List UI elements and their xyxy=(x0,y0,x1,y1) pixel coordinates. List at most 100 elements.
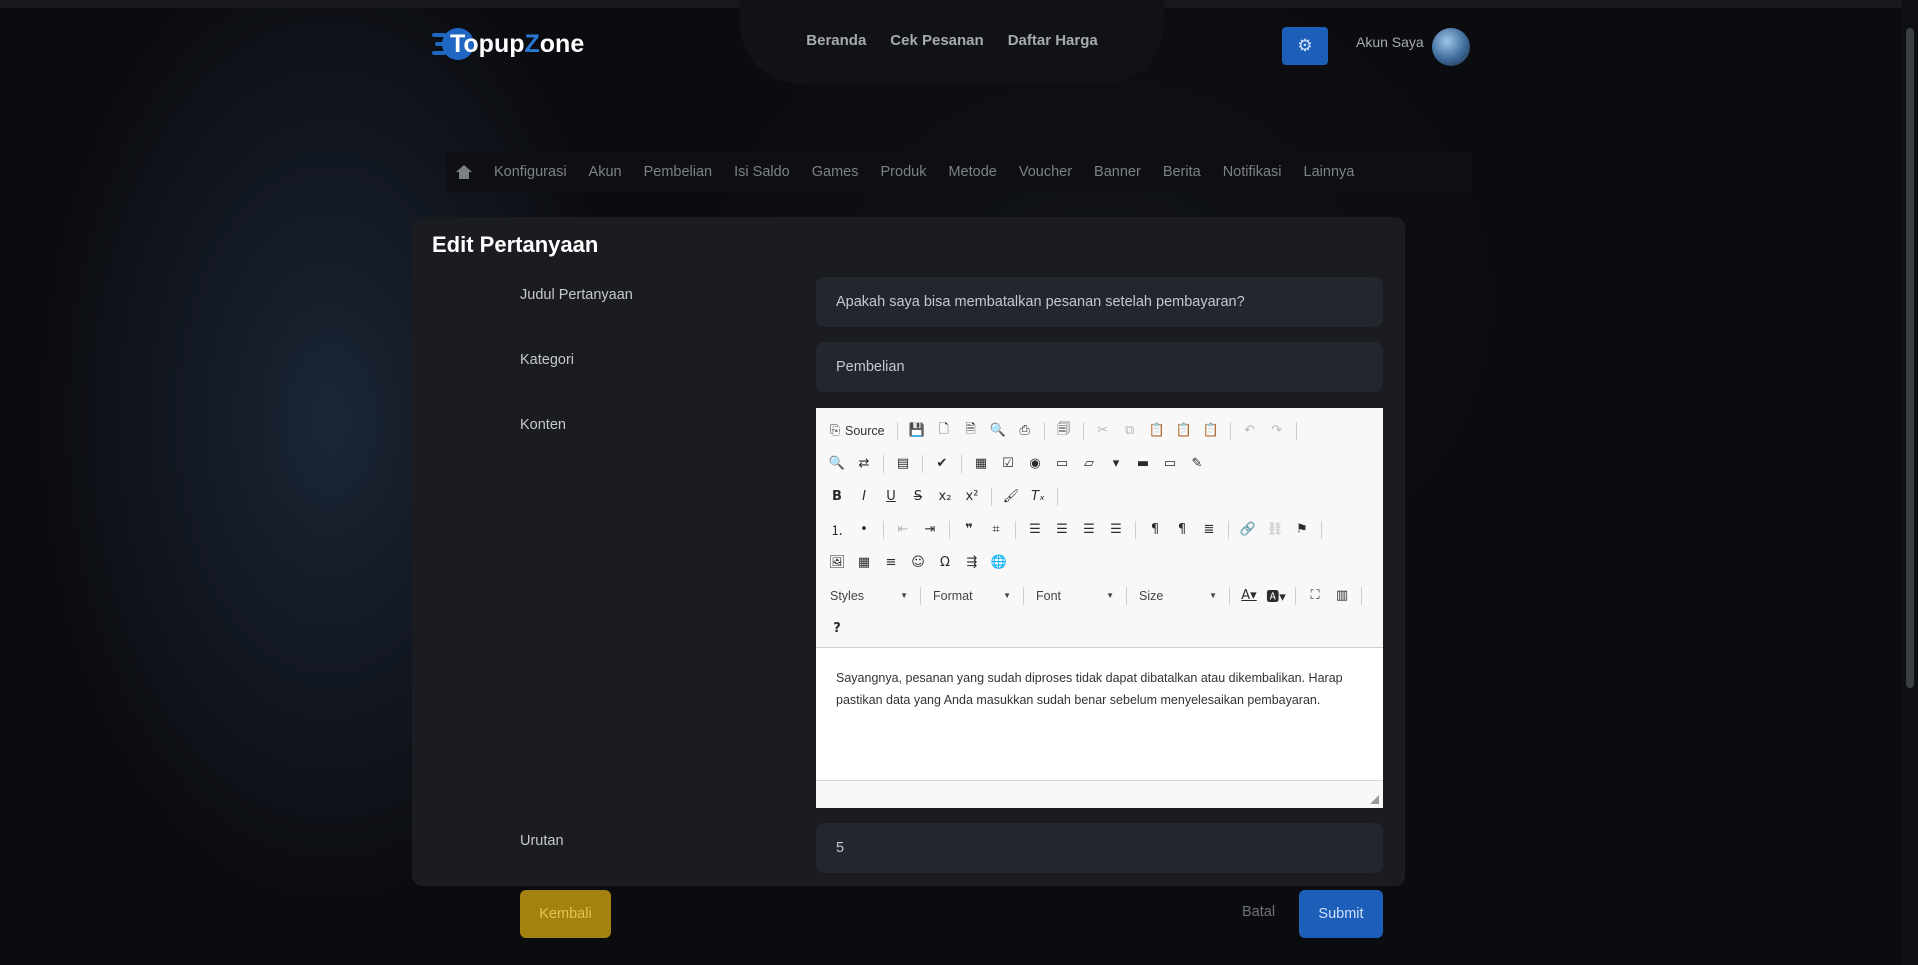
styles-dropdown[interactable]: Styles ▼ xyxy=(826,585,912,607)
italic-icon[interactable]: I xyxy=(853,486,875,508)
settings-button[interactable]: ⚙ xyxy=(1282,27,1328,65)
image-button-icon[interactable]: ▭ xyxy=(1159,453,1181,475)
find-icon[interactable]: 🔍 xyxy=(826,453,848,475)
blockquote-icon[interactable]: ❞ xyxy=(958,519,980,541)
image-icon[interactable]: 🖼 xyxy=(826,552,848,574)
align-left-icon[interactable]: ☰ xyxy=(1024,519,1046,541)
brand-logo[interactable]: TopupZone xyxy=(432,24,584,64)
paste-word-icon[interactable]: 📋 xyxy=(1200,420,1222,442)
editor-content[interactable]: Sayangnya, pesanan yang sudah diproses t… xyxy=(816,648,1383,778)
align-center-icon[interactable]: ☰ xyxy=(1051,519,1073,541)
resize-handle-icon[interactable] xyxy=(1370,795,1379,804)
justify-icon[interactable]: ☰ xyxy=(1105,519,1127,541)
superscript-icon[interactable]: x² xyxy=(961,486,983,508)
account-menu[interactable]: Akun Saya xyxy=(1356,34,1424,50)
form-icon[interactable]: ▦ xyxy=(970,453,992,475)
underline-icon[interactable]: U xyxy=(880,486,902,508)
textarea-icon[interactable]: ▱ xyxy=(1078,453,1100,475)
save-icon[interactable]: 💾 xyxy=(906,420,928,442)
remove-format-icon[interactable]: Tₓ xyxy=(1027,486,1049,508)
source-button[interactable]: ⎘ Source xyxy=(826,423,889,438)
strike-icon[interactable]: S xyxy=(907,486,929,508)
toolbar-row-6: Styles ▼ Format ▼ Font ▼ Size ▼ A▾ 🅰▾ ⛶ ▥ xyxy=(826,579,1373,612)
avatar[interactable] xyxy=(1432,28,1470,66)
paste-icon[interactable]: 📋 xyxy=(1146,420,1168,442)
rtl-icon[interactable]: ¶ xyxy=(1171,519,1193,541)
urutan-input[interactable]: 5 xyxy=(816,823,1383,873)
content-editor: ⎘Source 💾 🗋 🗎 🔍 ⎙ 🗐 ✂ ⧉ 📋 📋 📋 ↶ ↷ 🔍 ⇄ ▤ xyxy=(816,408,1383,808)
div-container-icon[interactable]: ⌗ xyxy=(985,519,1007,541)
undo-icon[interactable]: ↶ xyxy=(1239,420,1261,442)
subnav-item-banner[interactable]: Banner xyxy=(1094,164,1141,180)
text-color-icon[interactable]: A▾ xyxy=(1238,585,1260,607)
subnav-item-voucher[interactable]: Voucher xyxy=(1019,164,1072,180)
subnav-item-notifikasi[interactable]: Notifikasi xyxy=(1223,164,1282,180)
subscript-icon[interactable]: x₂ xyxy=(934,486,956,508)
indent-icon[interactable]: ⇥ xyxy=(919,519,941,541)
ltr-icon[interactable]: ¶ xyxy=(1144,519,1166,541)
new-page-icon[interactable]: 🗋 xyxy=(933,420,955,442)
spellcheck-icon[interactable]: ✔ xyxy=(931,453,953,475)
table-icon[interactable]: ▦ xyxy=(853,552,875,574)
font-dropdown[interactable]: Font ▼ xyxy=(1032,585,1118,607)
preview-icon[interactable]: 🔍 xyxy=(987,420,1009,442)
scrollbar-thumb[interactable] xyxy=(1906,28,1914,688)
button-field-icon[interactable]: ▬ xyxy=(1132,453,1154,475)
smiley-icon[interactable]: ☺ xyxy=(907,552,929,574)
export-pdf-icon[interactable]: 🗎 xyxy=(960,420,982,442)
cut-icon[interactable]: ✂ xyxy=(1092,420,1114,442)
nav-item-cek-pesanan[interactable]: Cek Pesanan xyxy=(890,32,983,49)
select-all-icon[interactable]: ▤ xyxy=(892,453,914,475)
radio-icon[interactable]: ◉ xyxy=(1024,453,1046,475)
show-blocks-icon[interactable]: ▥ xyxy=(1331,585,1353,607)
subnav-item-konfigurasi[interactable]: Konfigurasi xyxy=(494,164,567,180)
copy-format-icon[interactable]: 🖌 xyxy=(1000,486,1022,508)
unlink-icon[interactable]: ⛓ xyxy=(1264,519,1286,541)
hidden-field-icon[interactable]: ✎ xyxy=(1186,453,1208,475)
subnav-item-berita[interactable]: Berita xyxy=(1163,164,1201,180)
subnav-item-isi-saldo[interactable]: Isi Saldo xyxy=(734,164,790,180)
iframe-globe-icon[interactable]: 🌐 xyxy=(988,552,1010,574)
subnav-item-metode[interactable]: Metode xyxy=(948,164,996,180)
outdent-icon[interactable]: ⇤ xyxy=(892,519,914,541)
bg-color-icon[interactable]: 🅰▾ xyxy=(1265,585,1287,607)
help-icon[interactable]: ? xyxy=(826,618,848,640)
redo-icon[interactable]: ↷ xyxy=(1266,420,1288,442)
subnav-item-lainnya[interactable]: Lainnya xyxy=(1304,164,1355,180)
nav-item-beranda[interactable]: Beranda xyxy=(806,32,866,49)
caret-down-icon: ▼ xyxy=(1003,591,1011,600)
special-char-icon[interactable]: Ω xyxy=(934,552,956,574)
back-button[interactable]: Kembali xyxy=(520,890,611,938)
nav-item-daftar-harga[interactable]: Daftar Harga xyxy=(1008,32,1098,49)
bulleted-list-icon[interactable]: • xyxy=(853,519,875,541)
language-icon[interactable]: ≣ xyxy=(1198,519,1220,541)
link-icon[interactable]: 🔗 xyxy=(1237,519,1259,541)
page-break-icon[interactable]: ⇶ xyxy=(961,552,983,574)
paste-text-icon[interactable]: 📋 xyxy=(1173,420,1195,442)
subnav-item-akun[interactable]: Akun xyxy=(589,164,622,180)
checkbox-icon[interactable]: ☑ xyxy=(997,453,1019,475)
bold-icon[interactable]: B xyxy=(826,486,848,508)
align-right-icon[interactable]: ☰ xyxy=(1078,519,1100,541)
anchor-flag-icon[interactable]: ⚑ xyxy=(1291,519,1313,541)
subnav-item-produk[interactable]: Produk xyxy=(881,164,927,180)
subnav-item-games[interactable]: Games xyxy=(812,164,859,180)
templates-icon[interactable]: 🗐 xyxy=(1053,420,1075,442)
horizontal-line-icon[interactable]: ≡ xyxy=(880,552,902,574)
numbered-list-icon[interactable]: ⒈ xyxy=(826,519,848,541)
cancel-button[interactable]: Batal xyxy=(1242,904,1275,920)
textfield-icon[interactable]: ▭ xyxy=(1051,453,1073,475)
judul-input[interactable]: Apakah saya bisa membatalkan pesanan set… xyxy=(816,277,1383,327)
subnav-item-pembelian[interactable]: Pembelian xyxy=(644,164,713,180)
kategori-select[interactable]: Pembelian xyxy=(816,342,1383,392)
page-scrollbar[interactable] xyxy=(1902,0,1918,965)
select-field-icon[interactable]: ▾ xyxy=(1105,453,1127,475)
replace-icon[interactable]: ⇄ xyxy=(853,453,875,475)
home-icon[interactable] xyxy=(456,165,472,179)
format-dropdown[interactable]: Format ▼ xyxy=(929,585,1015,607)
print-icon[interactable]: ⎙ xyxy=(1014,420,1036,442)
copy-icon[interactable]: ⧉ xyxy=(1119,420,1141,442)
submit-button[interactable]: Submit xyxy=(1299,890,1383,938)
size-dropdown[interactable]: Size ▼ xyxy=(1135,585,1221,607)
maximize-icon[interactable]: ⛶ xyxy=(1304,585,1326,607)
